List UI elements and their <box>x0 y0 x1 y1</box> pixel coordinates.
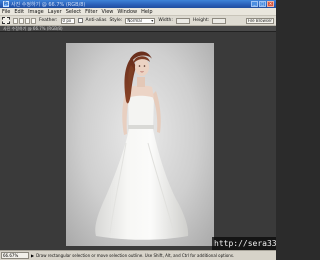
options-bar: Feather: 0 px Anti-alias Style: Normal W… <box>0 16 276 26</box>
minimize-button[interactable]: _ <box>251 1 258 7</box>
menu-select[interactable]: Select <box>66 9 81 15</box>
menu-filter[interactable]: Filter <box>85 9 97 15</box>
selection-mode-group <box>13 17 36 24</box>
width-label: Width: <box>158 18 173 23</box>
menu-layer[interactable]: Layer <box>48 9 62 15</box>
antialias-checkbox[interactable] <box>77 18 83 23</box>
subtract-selection-icon[interactable] <box>25 17 30 24</box>
status-arrow-icon[interactable]: ▶ <box>31 253 34 258</box>
zoom-level-field[interactable]: 66.67% <box>1 252 29 259</box>
feather-label: Feather: <box>39 18 58 23</box>
window-controls: _ □ × <box>251 1 274 7</box>
menu-window[interactable]: Window <box>117 9 137 15</box>
photoshop-app-icon: Ps <box>3 1 9 7</box>
new-selection-icon[interactable] <box>13 17 18 24</box>
feather-input[interactable]: 0 px <box>60 17 75 24</box>
status-hint: Draw rectangular selection or move selec… <box>36 253 235 258</box>
style-select[interactable]: Normal <box>125 17 156 24</box>
file-browser-button[interactable]: File Browser <box>246 18 274 24</box>
menu-view[interactable]: View <box>102 9 114 15</box>
add-selection-icon[interactable] <box>19 17 24 24</box>
rectangular-marquee-icon[interactable] <box>2 17 10 24</box>
menu-bar: File Edit Image Layer Select Filter View… <box>0 8 276 16</box>
intersect-selection-icon[interactable] <box>31 17 36 24</box>
menu-image[interactable]: Image <box>28 9 44 15</box>
document-window: 사진 수정하기 @ 66.7% (RGB/8) <box>0 26 276 250</box>
image-canvas[interactable] <box>66 43 214 246</box>
width-input[interactable] <box>175 17 190 24</box>
height-input[interactable] <box>212 17 227 24</box>
style-label: Style: <box>109 18 123 23</box>
menu-file[interactable]: File <box>2 9 10 15</box>
close-button[interactable]: × <box>267 1 274 7</box>
bride-photo <box>95 51 189 240</box>
height-label: Height: <box>192 18 210 23</box>
window-title: 사진 수정하기 @ 66.7% (RGB/8) <box>11 1 86 8</box>
menu-help[interactable]: Help <box>141 9 152 15</box>
menu-edit[interactable]: Edit <box>14 9 24 15</box>
document-tab[interactable]: 사진 수정하기 @ 66.7% (RGB/8) <box>0 26 276 32</box>
title-bar: Ps 사진 수정하기 @ 66.7% (RGB/8) _ □ × <box>0 0 276 8</box>
maximize-button[interactable]: □ <box>259 1 266 7</box>
antialias-label: Anti-alias <box>85 18 107 23</box>
workspace: 사진 수정하기 @ 66.7% (RGB/8) <box>0 26 276 250</box>
watermark-url: http://sera33.tistory.com <box>212 237 276 250</box>
status-bar: 66.67% ▶ Draw rectangular selection or m… <box>0 250 276 260</box>
